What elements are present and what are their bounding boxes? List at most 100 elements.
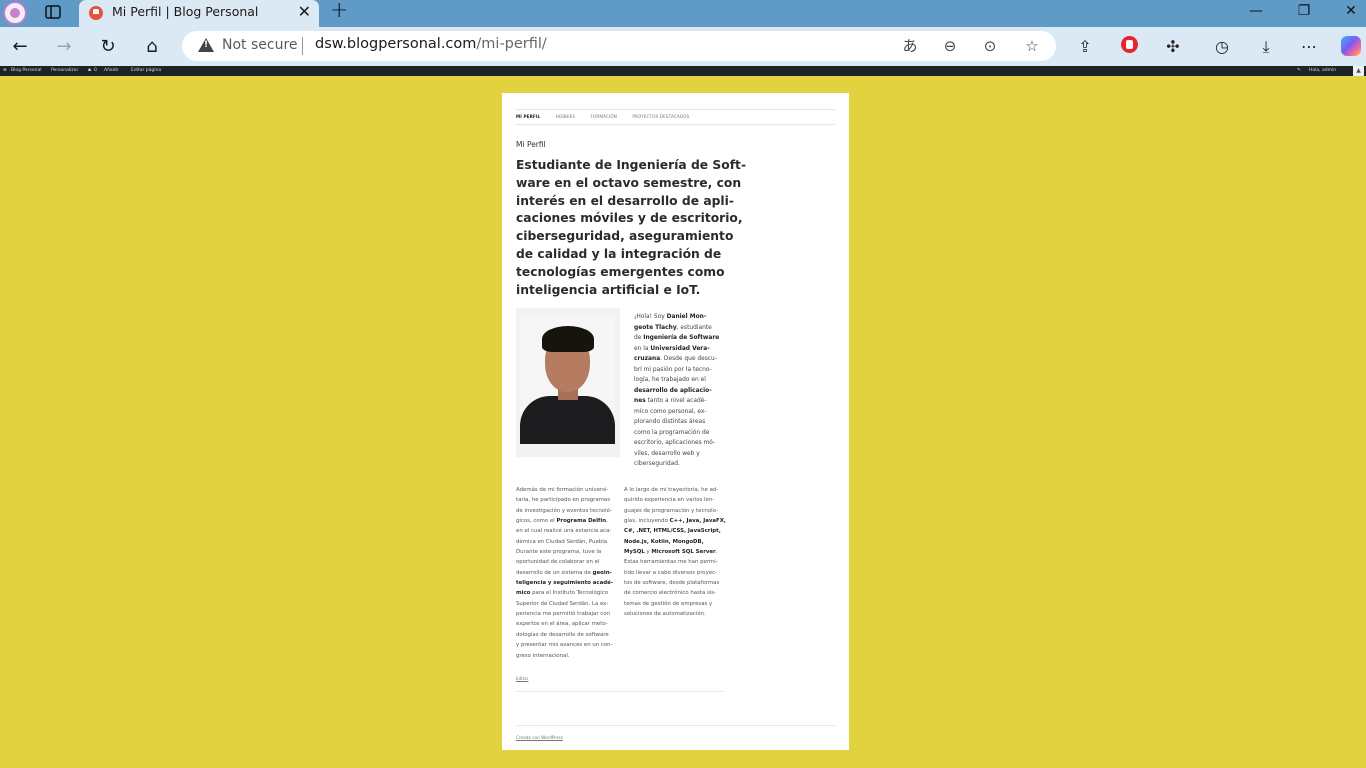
profile-photo-frame (516, 308, 620, 457)
col-bold: mico (516, 590, 531, 597)
wp-logo-icon[interactable]: ⊛ (3, 67, 7, 75)
col-text: Superior de Ciudad Serdán. La ex- (516, 600, 609, 607)
copilot-icon[interactable] (1341, 36, 1361, 56)
col-text: y presentar mis avances en un con- (516, 642, 613, 649)
intro-text: brí mi pasión por la tecno- (634, 366, 712, 373)
lead-line: de calidad y la integración de (516, 246, 722, 261)
col-text: soluciones de automatización. (624, 611, 706, 618)
wp-comments-count[interactable]: 0 (94, 67, 97, 75)
url-path: /mi-perfil/ (476, 36, 547, 52)
col-text: Durante este programa, tuve la (516, 549, 602, 556)
photo-hair (542, 326, 594, 352)
settings-menu-icon[interactable]: ⋯ (1298, 36, 1320, 58)
home-icon[interactable]: ⌂ (141, 36, 163, 58)
more-options-circle-icon[interactable]: ⊙ (980, 36, 1000, 56)
intro-text: logía, he trabajado en el (634, 377, 706, 383)
lead-line: interés en el desarrollo de apli- (516, 193, 734, 208)
intro-text: en la (634, 345, 651, 352)
site-navigation: MI PERFIL HOBBIES FORMACIÓN PROYECTOS DE… (516, 114, 703, 119)
lead-line: Estudiante de Ingeniería de Soft- (516, 158, 747, 172)
wp-customize[interactable]: Personalizar (51, 67, 78, 75)
col-text: Además de mi formación universi- (516, 487, 609, 493)
intro-bold: Universidad Vera- (650, 345, 710, 352)
col-text: , (606, 518, 608, 525)
col-text: de investigación y eventos tecnoló- (516, 507, 612, 514)
intro-text: ¡Hola! Soy (634, 314, 667, 320)
col-text: gías, incluyendo (624, 518, 670, 525)
entry-divider (516, 691, 724, 692)
wp-new[interactable]: Añadir (104, 67, 119, 75)
wp-comments-icon[interactable]: ▪ (88, 67, 91, 75)
security-label[interactable]: Not secure (222, 37, 298, 53)
lead-line: ciberseguridad, aseguramiento (516, 229, 734, 244)
close-window-icon[interactable]: ✕ (1341, 2, 1361, 20)
wp-admin-bar: ⊛ Blog Personal Personalizar ▪ 0 Añadir … (0, 66, 1366, 76)
nav-item-hobbies[interactable]: HOBBIES (556, 114, 575, 119)
lead-paragraph: Estudiante de Ingeniería de Soft- ware e… (516, 157, 747, 299)
intro-text: viles, desarrollo web y (634, 450, 700, 457)
forward-icon[interactable]: → (53, 36, 75, 58)
intro-text: escritorio, aplicaciones mó- (634, 440, 716, 446)
restore-icon[interactable]: ❐ (1294, 2, 1314, 20)
wp-edit-page[interactable]: Editar página (131, 67, 161, 75)
intro-text: , estudiante (676, 324, 712, 331)
new-tab-icon[interactable]: + (330, 0, 348, 22)
extensions-puzzle-icon[interactable]: ✣ (1162, 36, 1184, 58)
profile-avatar[interactable] (3, 1, 27, 25)
intro-bold: geote Tlachy (634, 324, 677, 331)
col-text: gicos, como el (516, 518, 557, 525)
edit-page-link[interactable]: Editar (516, 676, 528, 681)
col-bold: Programa Delfín (556, 518, 607, 525)
minimize-icon[interactable]: — (1246, 2, 1266, 20)
col-text: démica en Ciudad Serdán, Puebla. (516, 538, 609, 545)
col-text: para el Instituto Tecnológico (530, 590, 609, 597)
tab-actions-icon[interactable] (44, 3, 62, 21)
adblock-extension-icon[interactable] (1121, 36, 1138, 53)
col-text: en el cual realicé una estancia aca- (516, 528, 612, 535)
favorite-star-icon[interactable]: ☆ (1022, 36, 1042, 56)
wp-tools-icon[interactable]: ✎ (1297, 67, 1301, 75)
footer-credit-link[interactable]: Creado con WordPress (516, 735, 563, 740)
wp-greeting[interactable]: Hola, admin (1309, 67, 1336, 75)
history-icon[interactable]: ◷ (1211, 36, 1233, 58)
intro-text: ciberseguridad. (634, 461, 680, 467)
extension-upload-icon[interactable]: ⇪ (1074, 36, 1096, 58)
col-text: oportunidad de colaborar en el (516, 559, 600, 566)
page-title: Mi Perfil (516, 140, 546, 149)
read-aloud-icon[interactable]: あ (900, 36, 920, 56)
nav-item-proyectos[interactable]: PROYECTOS DESTACADOS (632, 114, 689, 119)
col-text: de comercio electrónico hasta sis- (624, 590, 717, 597)
col-bold: C++, Java, JavaFX, (669, 518, 726, 525)
address-bar[interactable]: Not secure dsw.blogpersonal.com/mi-perfi… (182, 31, 1056, 61)
col-bold: Microsoft SQL Server (651, 549, 716, 556)
nav-item-mi-perfil[interactable]: MI PERFIL (516, 114, 540, 119)
col-text: taria, he participado en programas (516, 497, 611, 504)
url-divider (302, 37, 303, 55)
downloads-icon[interactable]: ⤓ (1255, 36, 1277, 58)
col-bold: Node.js, Kotlin, MongoDB, (624, 538, 704, 545)
warning-icon[interactable] (198, 38, 214, 52)
back-icon[interactable]: ← (9, 36, 31, 58)
page-content: MI PERFIL HOBBIES FORMACIÓN PROYECTOS DE… (502, 93, 849, 750)
lead-line: ware en el octavo semestre, con (516, 175, 742, 190)
menu-divider-top (515, 109, 835, 110)
wp-site-name[interactable]: Blog Personal (11, 67, 42, 75)
zoom-out-icon[interactable]: ⊖ (940, 36, 960, 56)
url-text[interactable]: dsw.blogpersonal.com/mi-perfil/ (315, 36, 547, 52)
footer-divider (516, 725, 836, 726)
nav-item-formacion[interactable]: FORMACIÓN (590, 114, 617, 119)
intro-bold: nes (634, 398, 646, 404)
refresh-icon[interactable]: ↻ (97, 36, 119, 58)
col-text: quirido experiencia en varios len- (624, 497, 715, 504)
lead-line: inteligencia artificial e IoT. (516, 282, 701, 297)
close-tab-icon[interactable]: ✕ (298, 3, 311, 21)
col-text: Estas herramientas me han permi- (624, 559, 718, 566)
column-left: Además de mi formación universi- taria, … (516, 485, 616, 661)
intro-paragraph: ¡Hola! Soy Daniel Mon- geote Tlachy, est… (634, 312, 726, 470)
intro-bold: Daniel Mon- (666, 314, 707, 320)
browser-tab-active[interactable]: Mi Perfil | Blog Personal ✕ (79, 0, 319, 27)
site-favicon-icon (89, 6, 103, 20)
intro-text: de (634, 335, 644, 341)
scrollbar-up-arrow-icon[interactable]: ▲ (1353, 66, 1364, 76)
col-bold: geoin- (592, 569, 612, 576)
